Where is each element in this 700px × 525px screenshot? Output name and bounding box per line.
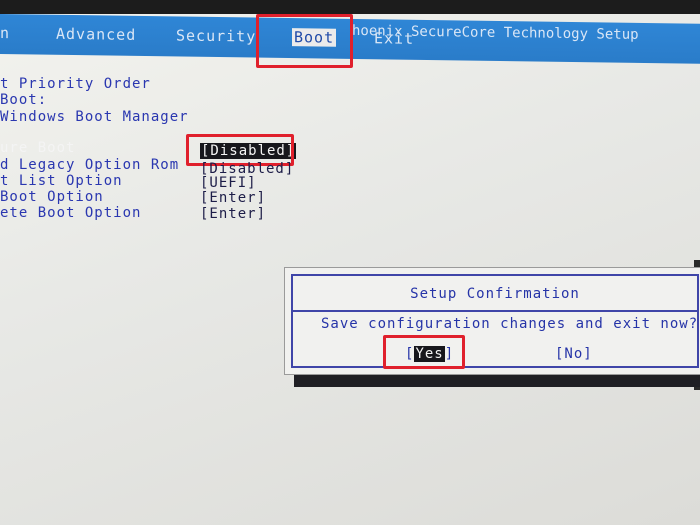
option-windows-boot-manager[interactable]: Windows Boot Manager [0, 109, 189, 125]
monitor-bezel [0, 0, 700, 14]
dialog-divider [293, 310, 697, 312]
option-boot-header: Boot: [0, 92, 48, 108]
boot-list-value[interactable]: [UEFI] [200, 175, 257, 191]
add-boot-value[interactable]: [Enter] [200, 190, 266, 206]
dialog-frame: Setup Confirmation Save configuration ch… [291, 274, 699, 368]
option-legacy-rom[interactable]: d Legacy Option Rom [0, 157, 179, 173]
dialog-shadow [294, 373, 700, 387]
menu-tab-security[interactable]: Security [176, 26, 256, 45]
dialog-message: Save configuration changes and exit now? [321, 316, 699, 332]
setup-confirmation-dialog: Setup Confirmation Save configuration ch… [284, 267, 700, 375]
option-add-boot[interactable]: Boot Option [0, 189, 104, 205]
option-delete-boot[interactable]: ete Boot Option [0, 205, 141, 221]
no-button[interactable]: [No] [555, 346, 593, 362]
option-boot-list[interactable]: t List Option [0, 173, 123, 189]
option-secure-boot[interactable]: ure Boot [0, 140, 75, 156]
menu-tab-main[interactable]: n [0, 24, 10, 42]
yes-button-highlight [383, 335, 465, 369]
dialog-title: Setup Confirmation [410, 286, 580, 302]
option-priority-order[interactable]: t Priority Order [0, 76, 151, 92]
menu-tab-advanced[interactable]: Advanced [56, 25, 136, 44]
boot-tab-highlight [256, 14, 353, 68]
delete-boot-value[interactable]: [Enter] [200, 206, 266, 222]
bios-screen: n Advanced Security Boot Exit hoenix Sec… [0, 0, 700, 525]
